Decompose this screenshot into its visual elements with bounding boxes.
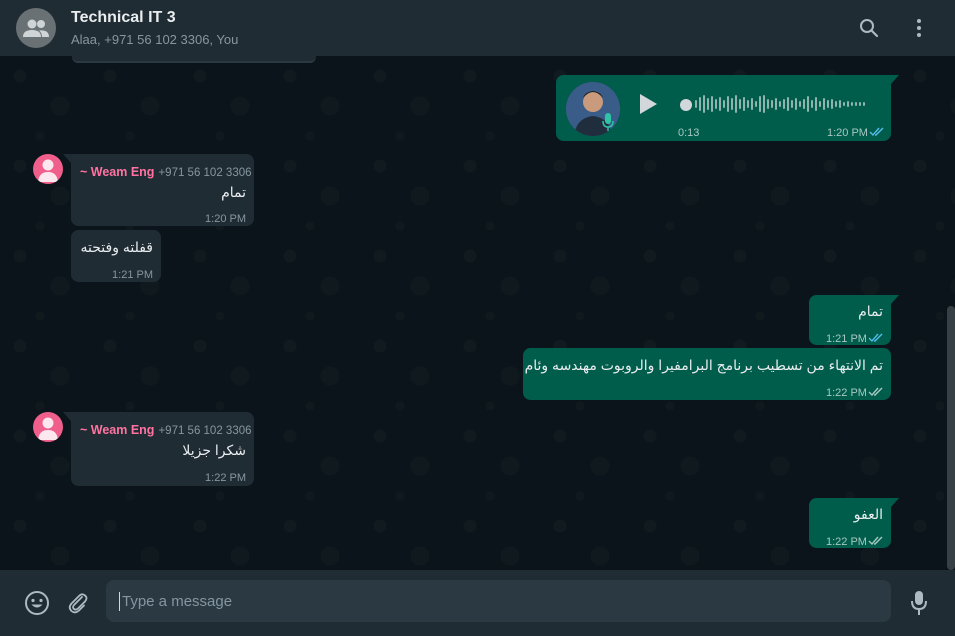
chat-scrollbar[interactable] xyxy=(947,306,955,570)
message-text: قفلته وفتحته xyxy=(80,239,153,255)
message-time: 1:21 PM xyxy=(826,333,867,345)
message-time: 1:22 PM xyxy=(205,472,246,484)
incoming-message[interactable]: ~ Weam Eng +971 56 102 3306 شكرا جزيلا 1:… xyxy=(63,412,254,486)
sender-avatar[interactable] xyxy=(33,412,63,442)
emoji-button[interactable] xyxy=(22,588,52,618)
microphone-icon xyxy=(911,591,927,615)
outgoing-message[interactable]: تمام 1:21 PM xyxy=(809,295,899,345)
menu-button[interactable] xyxy=(903,12,935,44)
sender-name[interactable]: ~ Weam Eng xyxy=(80,423,154,437)
message-text: تم الانتهاء من تسطيب برنامج البرامفيرا و… xyxy=(524,357,883,373)
message-time: 1:20 PM xyxy=(827,127,868,139)
message-text: تمام xyxy=(221,184,246,200)
chat-members: Alaa, +971 56 102 3306, You xyxy=(71,32,239,47)
outgoing-message[interactable]: تم الانتهاء من تسطيب برنامج البرامفيرا و… xyxy=(523,348,891,400)
attach-button[interactable] xyxy=(63,588,93,618)
search-button[interactable] xyxy=(853,12,885,44)
search-icon xyxy=(860,19,879,38)
message-input[interactable] xyxy=(106,580,891,622)
message-time: 1:21 PM xyxy=(112,269,153,281)
waveform[interactable] xyxy=(694,89,872,119)
message-text: شكرا جزيلا xyxy=(182,442,246,458)
sent-ticks-icon xyxy=(868,536,883,546)
sender-phone: +971 56 102 3306 xyxy=(158,425,252,437)
previous-message-edge xyxy=(72,56,316,63)
message-list[interactable]: 0:13 1:20 PM ~ Weam Eng +971 56 102 3306 … xyxy=(0,56,955,570)
playback-scrubber[interactable] xyxy=(680,99,692,111)
sent-ticks-icon xyxy=(868,387,883,397)
sender-phone: +971 56 102 3306 xyxy=(158,167,252,179)
message-time: 1:22 PM xyxy=(826,536,867,548)
incoming-message[interactable]: ~ Weam Eng +971 56 102 3306 تمام 1:20 PM xyxy=(63,154,254,226)
message-text: العفو xyxy=(853,506,883,522)
paperclip-icon xyxy=(68,593,88,614)
read-ticks-icon xyxy=(868,333,883,343)
emoji-icon xyxy=(25,591,49,615)
message-time: 1:22 PM xyxy=(826,387,867,399)
chat-header: Technical IT 3 Alaa, +971 56 102 3306, Y… xyxy=(0,0,955,56)
chat-info[interactable]: Technical IT 3 Alaa, +971 56 102 3306, Y… xyxy=(71,9,238,47)
outgoing-message[interactable]: العفو 1:22 PM xyxy=(809,498,899,548)
group-icon xyxy=(23,19,49,37)
message-time: 1:20 PM xyxy=(205,213,246,225)
message-text: تمام xyxy=(858,303,883,319)
chat-title: Technical IT 3 xyxy=(71,9,176,26)
read-ticks-icon xyxy=(869,127,884,137)
menu-dots-icon xyxy=(917,19,921,37)
group-avatar[interactable] xyxy=(16,8,56,48)
voice-duration: 0:13 xyxy=(678,127,700,139)
composer-bar xyxy=(0,570,955,636)
sender-name[interactable]: ~ Weam Eng xyxy=(80,165,154,179)
mic-badge-icon xyxy=(602,113,614,131)
sender-avatar[interactable] xyxy=(33,154,63,184)
voice-message[interactable]: 0:13 1:20 PM xyxy=(556,75,899,141)
incoming-message[interactable]: قفلته وفتحته 1:21 PM xyxy=(71,230,161,282)
play-icon[interactable] xyxy=(638,93,658,115)
voice-record-button[interactable] xyxy=(904,588,934,618)
text-caret xyxy=(119,592,120,611)
